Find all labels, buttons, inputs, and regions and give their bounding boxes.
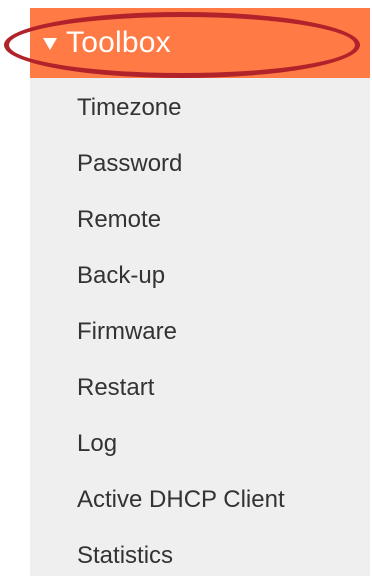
caret-down-icon — [43, 38, 57, 50]
menu-item-log[interactable]: Log — [30, 416, 370, 472]
menu-item-timezone[interactable]: Timezone — [30, 80, 370, 136]
page: Toolbox Timezone Password Remote Back-up… — [0, 0, 372, 576]
toolbox-menu-header[interactable]: Toolbox — [30, 8, 370, 78]
toolbox-title: Toolbox — [66, 26, 171, 59]
menu-item-remote[interactable]: Remote — [30, 192, 370, 248]
toolbox-submenu: Timezone Password Remote Back-up Firmwar… — [30, 80, 370, 576]
menu-item-active-dhcp-client[interactable]: Active DHCP Client — [30, 472, 370, 528]
menu-item-firmware[interactable]: Firmware — [30, 304, 370, 360]
menu-item-statistics[interactable]: Statistics — [30, 528, 370, 576]
menu-item-restart[interactable]: Restart — [30, 360, 370, 416]
menu-item-backup[interactable]: Back-up — [30, 248, 370, 304]
menu-item-password[interactable]: Password — [30, 136, 370, 192]
